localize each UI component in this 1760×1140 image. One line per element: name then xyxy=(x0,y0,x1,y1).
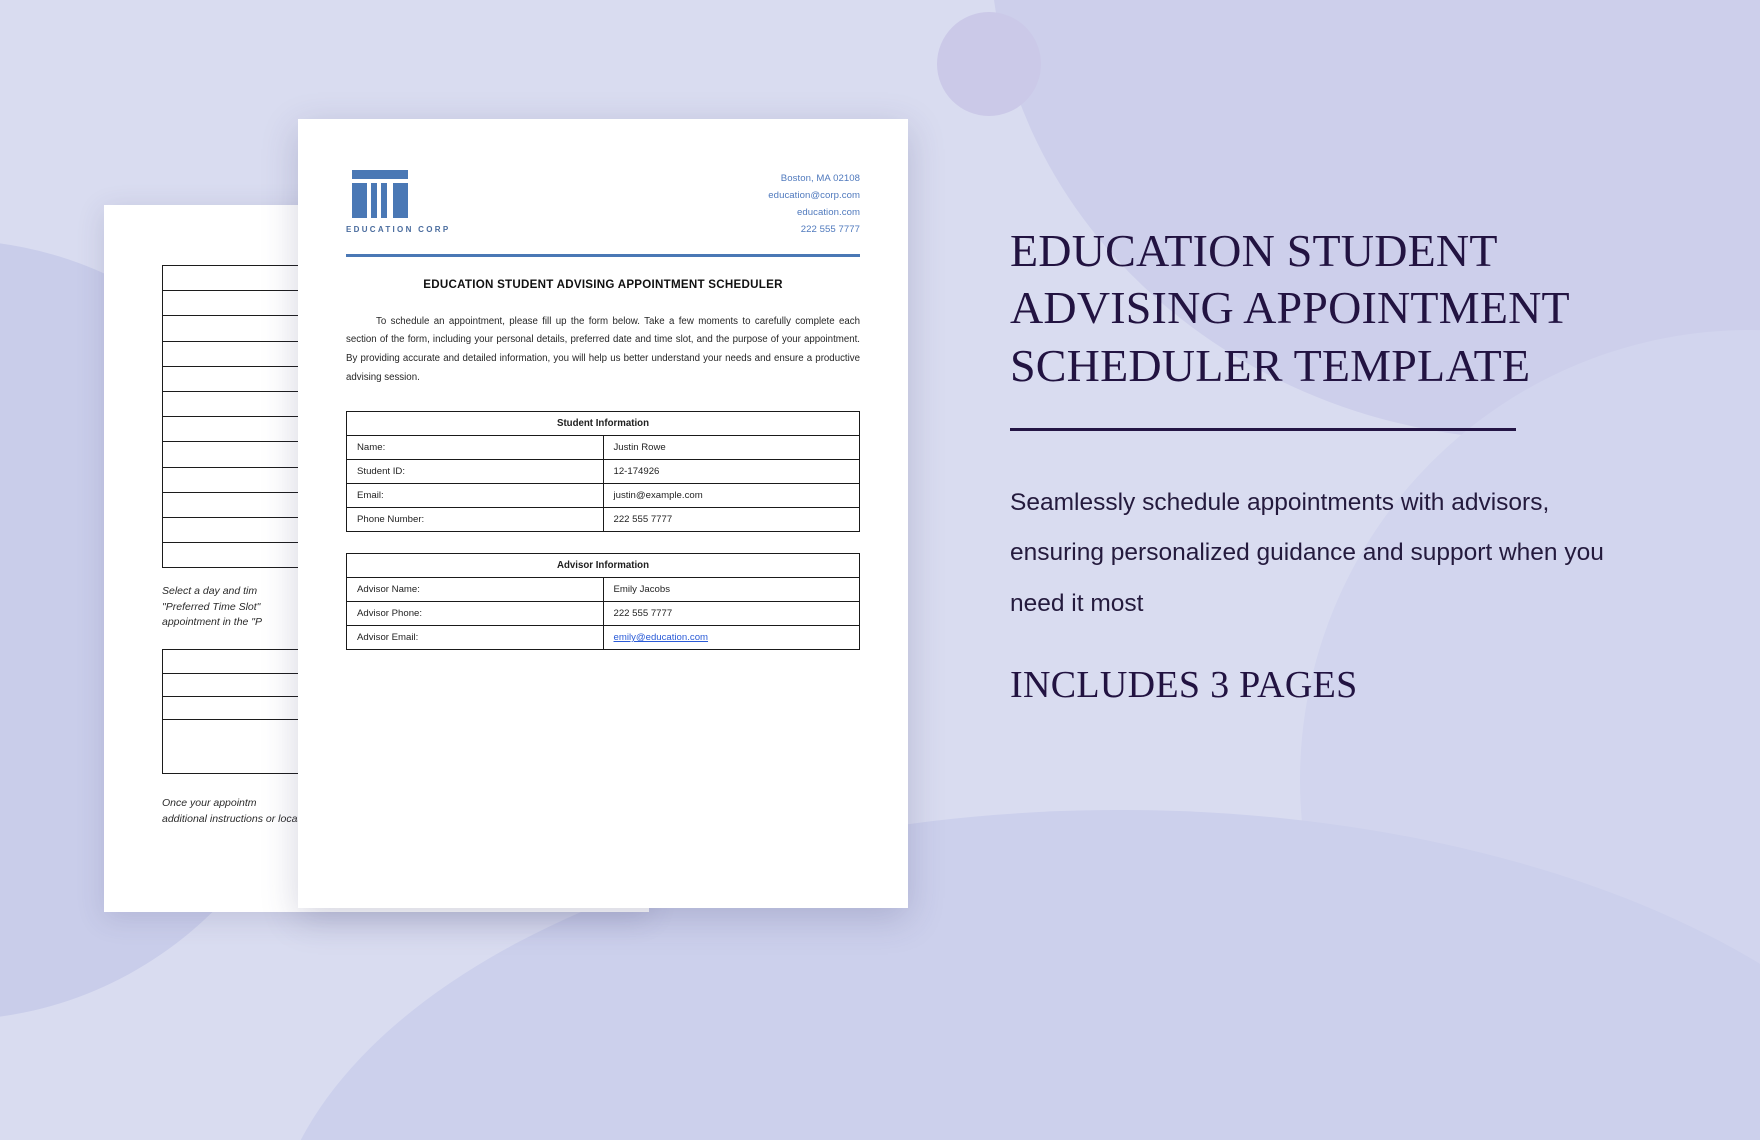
promo-title-line: EDUCATION STUDENT xyxy=(1010,225,1498,276)
field-label: Advisor Phone: xyxy=(346,601,604,627)
field-value-advisor-name[interactable]: Emily Jacobs xyxy=(602,577,860,603)
student-information-table: Student Information Name: Justin Rowe St… xyxy=(346,411,860,533)
field-label: Student ID: xyxy=(346,459,604,485)
background-circle-accent xyxy=(937,12,1041,116)
promo-pages-note: INCLUDES 3 PAGES xyxy=(1010,664,1358,707)
table-row: Name: Justin Rowe xyxy=(346,435,860,461)
promo-title-line: ADVISING APPOINTMENT xyxy=(1010,282,1570,334)
field-value-email[interactable]: justin@example.com xyxy=(602,483,860,509)
promo-title-line: SCHEDULER TEMPLATE xyxy=(1010,339,1531,391)
table-row: Advisor Email: emily@education.com xyxy=(346,625,860,651)
logo-column xyxy=(393,183,408,218)
table-row: Advisor Name: Emily Jacobs xyxy=(346,577,860,603)
field-label: Advisor Email: xyxy=(346,625,604,651)
contact-phone: 222 555 7777 xyxy=(800,224,860,236)
table-row: Student ID: 12-174926 xyxy=(346,459,860,485)
advisor-email-link[interactable]: emily@education.com xyxy=(614,632,709,643)
advisor-table-heading: Advisor Information xyxy=(346,553,860,579)
document-page-front[interactable]: EDUCATION CORP Boston, MA 02108 educatio… xyxy=(298,119,908,908)
promo-title: EDUCATION STUDENT ADVISING APPOINTMENT S… xyxy=(1010,222,1690,394)
field-label: Name: xyxy=(346,435,604,461)
field-label: Email: xyxy=(346,483,604,509)
pillar-columns-icon xyxy=(346,170,414,218)
promo-description: Seamlessly schedule appointments with ad… xyxy=(1010,488,1604,617)
promo-panel: EDUCATION STUDENT ADVISING APPOINTMENT S… xyxy=(1010,222,1690,707)
table-row: Email: justin@example.com xyxy=(346,483,860,509)
letterhead: EDUCATION CORP Boston, MA 02108 educatio… xyxy=(346,164,860,238)
contact-block: Boston, MA 02108 education@corp.com educ… xyxy=(768,164,860,238)
table-header-row: Advisor Information xyxy=(346,553,860,579)
logo-column xyxy=(371,183,377,218)
field-value-advisor-email[interactable]: emily@education.com xyxy=(602,625,860,651)
logo-wordmark: EDUCATION CORP xyxy=(346,225,451,234)
student-table-heading: Student Information xyxy=(346,411,860,437)
promo-divider xyxy=(1010,427,1516,431)
logo-column xyxy=(352,183,367,218)
advisor-information-table: Advisor Information Advisor Name: Emily … xyxy=(346,553,860,651)
table-row: Advisor Phone: 222 555 7777 xyxy=(346,601,860,627)
field-value-phone[interactable]: 222 555 7777 xyxy=(602,507,860,533)
logo-column xyxy=(381,183,387,218)
table-row: Phone Number: 222 555 7777 xyxy=(346,507,860,533)
company-logo: EDUCATION CORP xyxy=(346,164,451,234)
logo-lintel xyxy=(352,170,408,179)
letterhead-divider xyxy=(346,254,860,257)
contact-website: education.com xyxy=(796,207,860,219)
field-value-name[interactable]: Justin Rowe xyxy=(602,435,860,461)
intro-paragraph: To schedule an appointment, please fill … xyxy=(346,315,860,383)
field-label: Advisor Name: xyxy=(346,577,604,603)
table-header-row: Student Information xyxy=(346,411,860,437)
contact-email: education@corp.com xyxy=(768,190,860,202)
contact-address: Boston, MA 02108 xyxy=(780,173,860,184)
field-value-advisor-phone[interactable]: 222 555 7777 xyxy=(602,601,860,627)
page-title: EDUCATION STUDENT ADVISING APPOINTMENT S… xyxy=(423,277,783,291)
field-value-student-id[interactable]: 12-174926 xyxy=(602,459,860,485)
field-label: Phone Number: xyxy=(346,507,604,533)
